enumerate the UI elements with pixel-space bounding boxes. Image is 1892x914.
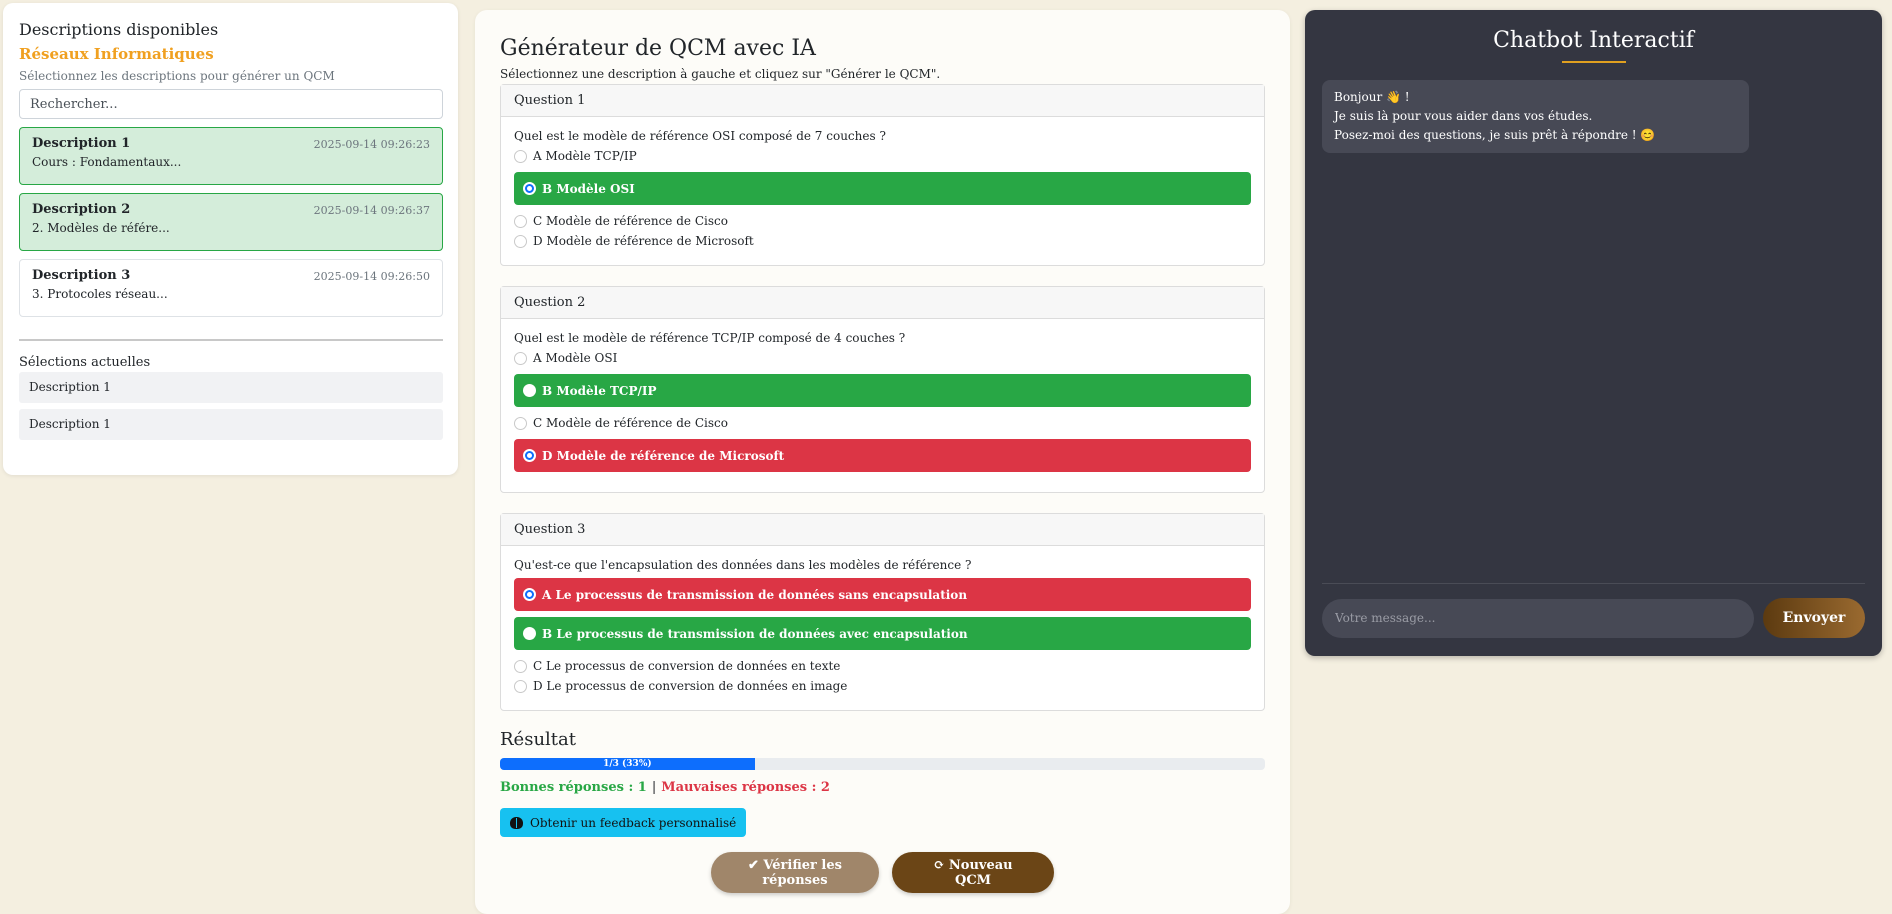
radio-button[interactable] — [514, 659, 527, 673]
question-card: Question 1 Quel est le modèle de référenc… — [500, 84, 1265, 266]
radio-button[interactable] — [523, 182, 536, 195]
radio-button[interactable] — [523, 627, 536, 640]
chat-title: Chatbot Interactif — [1493, 28, 1694, 53]
answer-option[interactable]: C Modèle de référence de Cisco — [514, 211, 1251, 231]
answer-option[interactable]: A Modèle TCP/IP — [514, 146, 1251, 166]
answer-label: A Modèle TCP/IP — [533, 149, 637, 163]
description-date: 2025-09-14 09:26:37 — [313, 204, 430, 217]
answer-option[interactable]: B Modèle TCP/IP — [514, 374, 1251, 407]
description-excerpt: Cours : Fondamentaux... — [32, 155, 182, 169]
description-card[interactable]: Description 1 2025-09-14 09:26:23 Cours : … — [19, 127, 443, 185]
question-text: Quel est le modèle de référence TCP/IP c… — [514, 331, 906, 345]
radio-button[interactable] — [514, 214, 527, 228]
description-list: Description 1 2025-09-14 09:26:23 Cours : … — [19, 127, 443, 317]
answer-label: A Le processus de transmission de donnée… — [542, 587, 968, 602]
progress-fill: 1/3 (33%) — [500, 758, 755, 770]
brain-icon — [510, 816, 523, 829]
question-body: Quel est le modèle de référence OSI comp… — [501, 117, 1264, 265]
chatbot-panel: Chatbot Interactif Bonjour 👋 ! Je suis là… — [1305, 10, 1882, 656]
description-excerpt: 3. Protocoles réseau... — [32, 287, 168, 301]
radio-button[interactable] — [514, 351, 527, 365]
bad-answers-count: Mauvaises réponses : 2 — [661, 780, 830, 795]
divider — [19, 339, 443, 341]
question-body: Quel est le modèle de référence TCP/IP c… — [501, 319, 1264, 492]
description-card[interactable]: Description 2 2025-09-14 09:26:37 2. Modèl… — [19, 193, 443, 251]
description-excerpt: 2. Modèles de référe... — [32, 221, 170, 235]
question-card: Question 3 Qu'est-ce que l'encapsulation … — [500, 513, 1265, 711]
answer-option[interactable]: D Modèle de référence de Microsoft — [514, 439, 1251, 472]
answer-label: D Modèle de référence de Microsoft — [542, 448, 785, 463]
descriptions-panel: Descriptions disponibles Réseaux Informa… — [3, 3, 458, 475]
question-card: Question 2 Quel est le modèle de référenc… — [500, 286, 1265, 493]
radio-button[interactable] — [523, 449, 536, 462]
verify-answers-button[interactable]: ✔ Vérifier les réponses — [710, 852, 879, 893]
action-bar: ✔ Vérifier les réponses ⟳ Nouveau QCM — [475, 852, 1290, 893]
answer-label: A Modèle OSI — [533, 351, 618, 365]
bot-message-line: Posez-moi des questions, je suis prêt à … — [1334, 128, 1656, 142]
subject-title: Réseaux Informatiques — [19, 45, 214, 63]
answer-option[interactable]: D Le processus de conversion de données … — [514, 676, 1251, 696]
answer-option[interactable]: A Le processus de transmission de donnée… — [514, 578, 1251, 611]
question-header: Question 3 — [501, 514, 1264, 546]
chat-input-row: Envoyer — [1322, 598, 1865, 638]
description-card[interactable]: Description 3 2025-09-14 09:26:50 3. Proto… — [19, 259, 443, 317]
feedback-button-label: Obtenir un feedback personnalisé — [530, 815, 737, 830]
answer-option[interactable]: B Le processus de transmission de donnée… — [514, 617, 1251, 650]
panel-title: Descriptions disponibles — [19, 20, 219, 39]
feedback-button[interactable]: Obtenir un feedback personnalisé — [500, 808, 747, 837]
selection-list: Description 1 Description 1 — [19, 372, 443, 440]
qcm-panel: Générateur de QCM avec IA Sélectionnez u… — [475, 10, 1290, 914]
answer-option[interactable]: D Modèle de référence de Microsoft — [514, 231, 1251, 251]
answer-label: B Modèle TCP/IP — [542, 383, 657, 398]
selected-description-item: Description 1 — [19, 409, 443, 440]
answer-option[interactable]: C Le processus de conversion de données … — [514, 656, 1251, 676]
question-body: Qu'est-ce que l'encapsulation des donnée… — [501, 546, 1264, 710]
radio-button[interactable] — [523, 588, 536, 601]
answer-label: C Le processus de conversion de données … — [533, 659, 841, 673]
score-progress-bar: 1/3 (33%) — [500, 758, 1265, 770]
result-title: Résultat — [500, 729, 576, 750]
answer-label: D Le processus de conversion de données … — [533, 679, 848, 693]
question-text: Qu'est-ce que l'encapsulation des donnée… — [514, 558, 972, 572]
selections-title: Sélections actuelles — [19, 355, 151, 370]
answer-label: B Modèle OSI — [542, 181, 635, 196]
page-hint: Sélectionnez une description à gauche et… — [500, 67, 941, 81]
title-underline — [1561, 61, 1626, 63]
send-button[interactable]: Envoyer — [1763, 598, 1865, 638]
answer-label: C Modèle de référence de Cisco — [533, 214, 728, 228]
bot-message: Bonjour 👋 ! Je suis là pour vous aider da… — [1322, 80, 1749, 153]
radio-button[interactable] — [514, 679, 527, 693]
answer-label: B Le processus de transmission de donnée… — [542, 626, 968, 641]
search-input[interactable] — [19, 89, 443, 119]
panel-hint: Sélectionnez les descriptions pour génér… — [19, 69, 335, 83]
score-summary: Bonnes réponses : 1 | Mauvaises réponses :… — [500, 780, 1265, 795]
bot-message-line: Bonjour 👋 ! — [1334, 90, 1410, 104]
radio-button[interactable] — [523, 384, 536, 397]
description-date: 2025-09-14 09:26:50 — [313, 270, 430, 283]
answer-option[interactable]: A Modèle OSI — [514, 348, 1251, 368]
answer-option[interactable]: C Modèle de référence de Cisco — [514, 413, 1251, 433]
radio-button[interactable] — [514, 416, 527, 430]
question-text: Quel est le modèle de référence OSI comp… — [514, 129, 886, 143]
new-qcm-button[interactable]: ⟳ Nouveau QCM — [892, 852, 1055, 893]
bot-message-line: Je suis là pour vous aider dans vos étud… — [1334, 109, 1593, 123]
answer-label: C Modèle de référence de Cisco — [533, 416, 728, 430]
description-date: 2025-09-14 09:26:23 — [313, 138, 430, 151]
selected-description-item: Description 1 — [19, 372, 443, 403]
page-title: Générateur de QCM avec IA — [500, 36, 816, 61]
question-header: Question 1 — [501, 85, 1264, 117]
chat-divider — [1322, 583, 1865, 584]
answer-label: D Modèle de référence de Microsoft — [533, 234, 754, 248]
score-separator: | — [651, 780, 657, 795]
radio-button[interactable] — [514, 234, 527, 248]
question-header: Question 2 — [501, 287, 1264, 319]
good-answers-count: Bonnes réponses : 1 — [500, 780, 647, 795]
question-list: Question 1 Quel est le modèle de référenc… — [500, 84, 1265, 711]
answer-option[interactable]: B Modèle OSI — [514, 172, 1251, 205]
radio-button[interactable] — [514, 149, 527, 163]
chat-message-input[interactable] — [1322, 598, 1754, 638]
